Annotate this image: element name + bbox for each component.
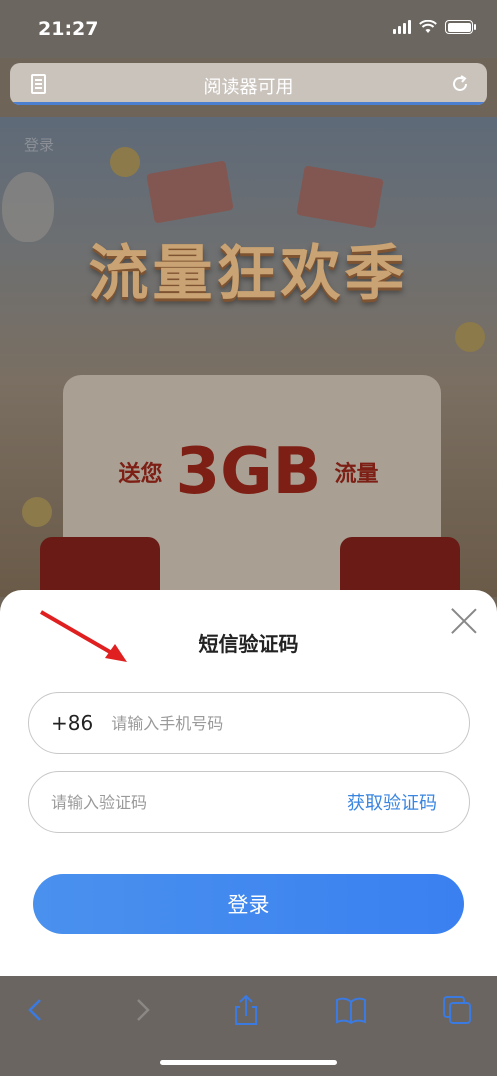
reload-icon[interactable] <box>449 73 471 95</box>
cellular-signal-icon <box>393 20 411 34</box>
decorative-gift-box <box>296 165 384 229</box>
forward-icon[interactable] <box>124 994 160 1026</box>
red-envelope-image <box>40 537 160 597</box>
decorative-coin <box>110 147 140 177</box>
login-button[interactable]: 登录 <box>33 874 464 934</box>
bookmarks-icon[interactable] <box>333 994 369 1026</box>
page-load-progress <box>10 102 487 105</box>
close-icon[interactable] <box>449 604 479 634</box>
address-bar-text[interactable]: 阅读器可用 <box>10 73 487 99</box>
status-icons <box>393 20 476 34</box>
tabs-icon[interactable] <box>440 994 476 1026</box>
promo-card-text: 送您 3GB 流量 <box>0 435 497 509</box>
promo-prefix: 送您 <box>118 462 163 487</box>
battery-icon <box>445 20 476 34</box>
page-login-link[interactable]: 登录 <box>24 134 54 155</box>
code-field[interactable]: 获取验证码 <box>28 771 470 833</box>
decorative-gift-box <box>146 160 234 224</box>
promo-amount: 3GB <box>175 435 322 509</box>
country-code[interactable]: +86 <box>51 711 93 735</box>
share-icon[interactable] <box>228 994 264 1026</box>
sheet-title: 短信验证码 <box>198 632 299 656</box>
status-time: 21:27 <box>38 18 99 40</box>
promo-suffix: 流量 <box>334 462 379 487</box>
verification-code-input[interactable] <box>51 792 347 812</box>
decorative-coin <box>455 322 485 352</box>
wifi-icon <box>419 20 437 33</box>
status-bar: 21:27 <box>0 0 497 58</box>
get-code-button[interactable]: 获取验证码 <box>347 789 437 815</box>
web-content: 登录 流量狂欢季 送您 3GB 流量 <box>0 117 497 597</box>
phone-field[interactable]: +86 <box>28 692 470 754</box>
banner-title: 流量狂欢季 <box>88 239 409 309</box>
red-envelope-image <box>340 537 460 597</box>
address-bar[interactable]: 阅读器可用 <box>10 63 487 105</box>
home-indicator[interactable] <box>160 1060 337 1065</box>
sms-login-sheet: 短信验证码 +86 获取验证码 登录 <box>0 590 497 976</box>
back-icon[interactable] <box>18 994 54 1026</box>
phone-input[interactable] <box>111 713 469 733</box>
